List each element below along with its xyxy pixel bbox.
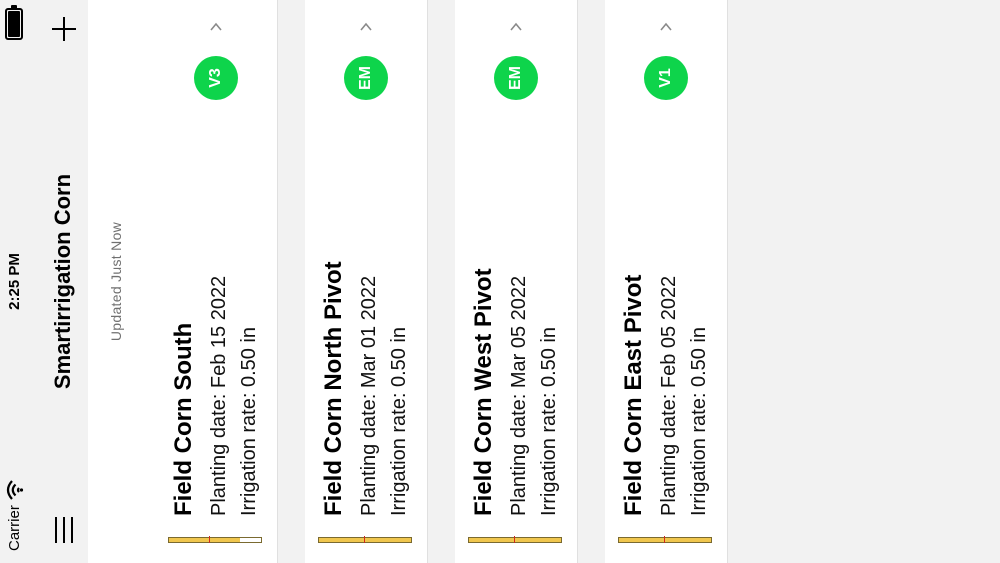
chevron-up-icon[interactable] (208, 19, 224, 35)
field-card[interactable]: Field Corn East Pivot Planting date: Feb… (605, 0, 728, 563)
field-card[interactable]: Field Corn South Planting date: Feb 15 2… (155, 0, 278, 563)
irrigation-rate: Irrigation rate: 0.50 in (388, 327, 410, 516)
season-progress-bar (618, 536, 712, 543)
status-time: 2:25 PM (6, 253, 23, 310)
field-list: Field Corn South Planting date: Feb 15 2… (155, 0, 755, 563)
field-card[interactable]: Field Corn North Pivot Planting date: Ma… (305, 0, 428, 563)
planting-date: Planting date: Feb 15 2022 (208, 275, 230, 516)
irrigation-rate: Irrigation rate: 0.50 in (538, 327, 560, 516)
growth-stage-badge: V1 (644, 56, 688, 100)
planting-date: Planting date: Mar 05 2022 (508, 275, 530, 516)
battery-icon (5, 5, 23, 40)
chevron-up-icon[interactable] (658, 19, 674, 35)
planting-date: Planting date: Mar 01 2022 (358, 275, 380, 516)
app-screen: Carrier 2:25 PM Smartirrigation Corn Upd… (0, 0, 1000, 563)
chevron-up-icon[interactable] (358, 19, 374, 35)
irrigation-rate: Irrigation rate: 0.50 in (238, 327, 260, 516)
growth-stage-label: EM (507, 66, 524, 90)
planting-date: Planting date: Feb 05 2022 (658, 275, 680, 516)
add-field-button[interactable] (43, 8, 85, 50)
field-name: Field Corn East Pivot (620, 274, 647, 516)
navigation-bar: Smartirrigation Corn (40, 0, 88, 563)
season-progress-bar (168, 536, 262, 543)
growth-stage-label: V3 (207, 68, 224, 88)
field-card[interactable]: Field Corn West Pivot Planting date: Mar… (455, 0, 578, 563)
growth-stage-badge: V3 (194, 56, 238, 100)
refresh-status-row: Updated Just Now (88, 0, 156, 563)
updated-status: Updated Just Now (108, 221, 124, 342)
field-name: Field Corn West Pivot (470, 268, 497, 516)
growth-stage-label: EM (357, 66, 374, 90)
season-progress-bar (468, 536, 562, 543)
page-title: Smartirrigation Corn (50, 173, 75, 390)
chevron-up-icon[interactable] (508, 19, 524, 35)
status-bar: Carrier 2:25 PM (0, 0, 40, 563)
field-name: Field Corn South (170, 322, 197, 516)
growth-stage-badge: EM (344, 56, 388, 100)
growth-stage-badge: EM (494, 56, 538, 100)
field-name: Field Corn North Pivot (320, 261, 347, 516)
irrigation-rate: Irrigation rate: 0.50 in (688, 327, 710, 516)
season-progress-bar (318, 536, 412, 543)
growth-stage-label: V1 (657, 68, 674, 88)
